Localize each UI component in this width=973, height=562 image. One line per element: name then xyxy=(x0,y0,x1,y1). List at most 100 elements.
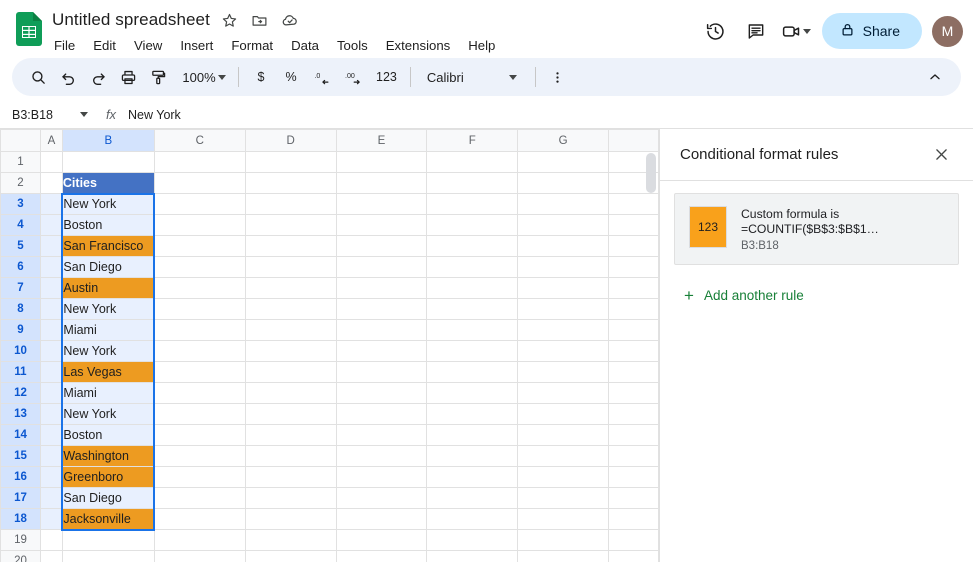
cell-g11[interactable] xyxy=(518,362,609,383)
cell-f20[interactable] xyxy=(427,551,518,562)
cell-c10[interactable] xyxy=(154,341,245,362)
cell-g13[interactable] xyxy=(518,404,609,425)
page-title[interactable]: Untitled spreadsheet xyxy=(52,10,210,30)
cell-b3[interactable]: New York xyxy=(62,194,154,215)
cell-f16[interactable] xyxy=(427,467,518,488)
cell-b1[interactable] xyxy=(62,152,154,173)
cell-a2[interactable] xyxy=(40,173,62,194)
menu-help[interactable]: Help xyxy=(466,37,497,54)
cell-d8[interactable] xyxy=(245,299,336,320)
row-header-3[interactable]: 3 xyxy=(1,194,41,215)
cell-e11[interactable] xyxy=(336,362,427,383)
cell-b2[interactable]: Cities xyxy=(62,173,154,194)
cell-c19[interactable] xyxy=(154,530,245,551)
cell-c4[interactable] xyxy=(154,215,245,236)
add-another-rule-button[interactable]: + Add another rule xyxy=(680,281,959,310)
cell-g18[interactable] xyxy=(518,509,609,530)
cell-c9[interactable] xyxy=(154,320,245,341)
cell-c15[interactable] xyxy=(154,446,245,467)
cell-a5[interactable] xyxy=(40,236,62,257)
row-header-1[interactable]: 1 xyxy=(1,152,41,173)
cell-g9[interactable] xyxy=(518,320,609,341)
undo-icon[interactable] xyxy=(54,63,82,91)
cell-b5[interactable]: San Francisco xyxy=(62,236,154,257)
row-header-7[interactable]: 7 xyxy=(1,278,41,299)
cell-g4[interactable] xyxy=(518,215,609,236)
cell-g8[interactable] xyxy=(518,299,609,320)
cell-d18[interactable] xyxy=(245,509,336,530)
menu-insert[interactable]: Insert xyxy=(178,37,215,54)
cell-d12[interactable] xyxy=(245,383,336,404)
close-icon[interactable] xyxy=(925,139,957,171)
cell-c1[interactable] xyxy=(154,152,245,173)
menu-extensions[interactable]: Extensions xyxy=(384,37,453,54)
cell-a16[interactable] xyxy=(40,467,62,488)
cell-b4[interactable]: Boston xyxy=(62,215,154,236)
cell-f8[interactable] xyxy=(427,299,518,320)
share-button[interactable]: Share xyxy=(822,13,922,49)
row-header-9[interactable]: 9 xyxy=(1,320,41,341)
cell-f7[interactable] xyxy=(427,278,518,299)
cell-d6[interactable] xyxy=(245,257,336,278)
more-vertical-icon[interactable] xyxy=(544,63,572,91)
cell-d3[interactable] xyxy=(245,194,336,215)
column-header-f[interactable]: F xyxy=(427,130,518,152)
cell-g14[interactable] xyxy=(518,425,609,446)
cell-b6[interactable]: San Diego xyxy=(62,257,154,278)
cell-a15[interactable] xyxy=(40,446,62,467)
cell-d19[interactable] xyxy=(245,530,336,551)
cell-d2[interactable] xyxy=(245,173,336,194)
cell-a11[interactable] xyxy=(40,362,62,383)
cell-e1[interactable] xyxy=(336,152,427,173)
version-history-icon[interactable] xyxy=(698,13,734,49)
cell-g3[interactable] xyxy=(518,194,609,215)
cell-e13[interactable] xyxy=(336,404,427,425)
cell-f1[interactable] xyxy=(427,152,518,173)
cell-a19[interactable] xyxy=(40,530,62,551)
row-header-13[interactable]: 13 xyxy=(1,404,41,425)
cell-f11[interactable] xyxy=(427,362,518,383)
row-header-19[interactable]: 19 xyxy=(1,530,41,551)
cell-b15[interactable]: Washington xyxy=(62,446,154,467)
cell-a8[interactable] xyxy=(40,299,62,320)
cell-g17[interactable] xyxy=(518,488,609,509)
increase-decimal-icon[interactable]: .00 xyxy=(338,63,369,91)
column-header-e[interactable]: E xyxy=(336,130,427,152)
cell-a9[interactable] xyxy=(40,320,62,341)
cell-c16[interactable] xyxy=(154,467,245,488)
cell-b12[interactable]: Miami xyxy=(62,383,154,404)
cell-g1[interactable] xyxy=(518,152,609,173)
cell-a4[interactable] xyxy=(40,215,62,236)
cell-d7[interactable] xyxy=(245,278,336,299)
cell-a10[interactable] xyxy=(40,341,62,362)
row-header-10[interactable]: 10 xyxy=(1,341,41,362)
cell-b19[interactable] xyxy=(62,530,154,551)
cell-e7[interactable] xyxy=(336,278,427,299)
spreadsheet-grid[interactable]: A B C D E F G 1 xyxy=(0,129,660,562)
avatar[interactable]: M xyxy=(932,16,963,47)
column-header-c[interactable]: C xyxy=(154,130,245,152)
cell-e4[interactable] xyxy=(336,215,427,236)
cell-d9[interactable] xyxy=(245,320,336,341)
cell-e2[interactable] xyxy=(336,173,427,194)
paint-format-icon[interactable] xyxy=(144,63,172,91)
select-all-corner[interactable] xyxy=(1,130,41,152)
cell-c20[interactable] xyxy=(154,551,245,562)
cell-e8[interactable] xyxy=(336,299,427,320)
number-format-button[interactable]: 123 xyxy=(371,63,402,91)
cell-b10[interactable]: New York xyxy=(62,341,154,362)
cell-d14[interactable] xyxy=(245,425,336,446)
cell-e6[interactable] xyxy=(336,257,427,278)
row-header-6[interactable]: 6 xyxy=(1,257,41,278)
cell-a17[interactable] xyxy=(40,488,62,509)
cell-c8[interactable] xyxy=(154,299,245,320)
vertical-scrollbar[interactable] xyxy=(646,153,656,562)
cell-c7[interactable] xyxy=(154,278,245,299)
cell-g7[interactable] xyxy=(518,278,609,299)
move-to-folder-icon[interactable] xyxy=(250,10,270,30)
cell-e17[interactable] xyxy=(336,488,427,509)
redo-icon[interactable] xyxy=(84,63,112,91)
cell-c14[interactable] xyxy=(154,425,245,446)
cell-e9[interactable] xyxy=(336,320,427,341)
cell-d17[interactable] xyxy=(245,488,336,509)
